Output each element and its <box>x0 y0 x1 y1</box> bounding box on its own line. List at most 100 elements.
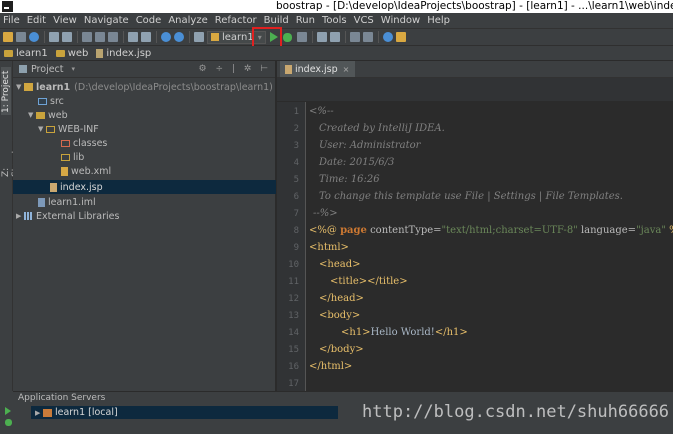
jsp-file-icon <box>96 48 104 58</box>
menu-navigate[interactable]: Navigate <box>84 15 129 26</box>
open-icon[interactable] <box>3 32 13 42</box>
line-number: 17 <box>288 379 299 389</box>
tool-tab-project[interactable]: 1: Project <box>1 67 11 115</box>
expand-arrow-icon[interactable]: ▼ <box>38 125 46 133</box>
redo-icon[interactable] <box>62 32 72 42</box>
menu-code[interactable]: Code <box>136 15 162 26</box>
help-icon[interactable] <box>382 32 393 42</box>
menu-run[interactable]: Run <box>296 15 315 26</box>
breadcrumb-index-jsp[interactable]: index.jsp <box>96 48 151 59</box>
tree-item-web[interactable]: ▼ web <box>13 108 276 122</box>
folder-icon <box>61 153 70 161</box>
window-title: boostrap - [D:\develop\IdeaProjects\boos… <box>276 0 673 12</box>
line-number: 2 <box>293 124 299 134</box>
tree-item-src[interactable]: src <box>13 94 276 108</box>
menu-edit[interactable]: Edit <box>27 15 46 26</box>
navigation-bar: learn1 web index.jsp <box>0 46 673 61</box>
panel-gear-icon[interactable]: ⚙ ÷ | ✲ ⊢ <box>199 64 271 74</box>
tree-item-learn1-iml[interactable]: learn1.iml <box>13 195 276 209</box>
menu-refactor[interactable]: Refactor <box>215 15 257 26</box>
save-icon[interactable] <box>16 32 26 42</box>
settings-icon[interactable] <box>316 32 327 42</box>
expand-arrow-icon[interactable]: ▼ <box>28 111 36 119</box>
plugin-icon[interactable] <box>395 32 406 42</box>
code-line-14: <h1>Hello World!</h1> <box>341 327 468 338</box>
back-icon[interactable] <box>161 32 171 42</box>
code-line-9: <html> <box>309 242 349 253</box>
code-line-13: <body> <box>319 310 361 321</box>
line-number: 9 <box>293 243 299 253</box>
line-number-gutter: 1 2 3 4 5 6 7 8 9 10 11 12 13 14 15 16 1… <box>277 102 306 391</box>
sync-icon[interactable] <box>29 32 39 42</box>
tomcat-icon <box>43 408 52 417</box>
menu-build[interactable]: Build <box>264 15 289 26</box>
replace-icon[interactable] <box>141 32 151 42</box>
cut-icon[interactable] <box>82 32 92 42</box>
debug-server-icon[interactable] <box>5 419 12 426</box>
vcs-update-icon[interactable] <box>349 32 360 42</box>
editor-tab-index-jsp[interactable]: index.jsp × <box>280 61 356 77</box>
source-folder-icon <box>38 97 47 105</box>
code-line-6: To change this template use File | Setti… <box>319 191 623 202</box>
tree-item-external-libraries[interactable]: ▶ External Libraries <box>13 209 276 223</box>
code-line-15: </body> <box>319 344 364 355</box>
run-config-label: learn1 <box>222 31 254 43</box>
tree-item-web-inf[interactable]: ▼ WEB-INF <box>13 122 276 136</box>
code-line-4: Date: 2015/6/3 <box>319 157 395 168</box>
iml-file-icon <box>38 197 45 207</box>
project-structure-icon[interactable] <box>329 32 340 42</box>
menu-bar: File Edit View Navigate Code Analyze Ref… <box>0 13 673 29</box>
tree-item-index-jsp[interactable]: index.jsp <box>13 180 276 194</box>
expand-arrow-icon[interactable]: ▼ <box>16 83 24 91</box>
line-number: 6 <box>293 192 299 202</box>
menu-tools[interactable]: Tools <box>322 15 347 26</box>
code-line-2: Created by IntelliJ IDEA. <box>319 123 445 134</box>
line-number: 4 <box>293 158 299 168</box>
editor-pane: index.jsp × 1 2 3 4 5 6 7 8 9 10 11 12 1… <box>277 61 673 391</box>
menu-help[interactable]: Help <box>427 15 450 26</box>
toolbar-separator <box>123 31 124 43</box>
code-line-11: <title></title> <box>330 276 408 287</box>
title-bar: boostrap - [D:\develop\IdeaProjects\boos… <box>0 0 673 13</box>
collapse-arrow-icon[interactable]: ▶ <box>35 409 43 417</box>
menu-view[interactable]: View <box>53 15 77 26</box>
copy-icon[interactable] <box>95 32 105 42</box>
debug-icon[interactable] <box>282 32 292 42</box>
project-view-selector[interactable]: Project <box>31 64 64 75</box>
intellij-logo-icon <box>2 1 13 12</box>
menu-file[interactable]: File <box>3 15 20 26</box>
breadcrumb-learn1[interactable]: learn1 <box>4 48 48 59</box>
make-project-icon[interactable] <box>194 32 204 42</box>
code-line-7: --%> <box>313 208 338 219</box>
paste-icon[interactable] <box>108 32 118 42</box>
menu-window[interactable]: Window <box>381 15 420 26</box>
line-number: 15 <box>288 345 299 355</box>
server-item-learn1-local[interactable]: ▶ learn1 [local] <box>31 406 338 419</box>
collapse-arrow-icon[interactable]: ▶ <box>16 212 24 220</box>
close-icon[interactable]: × <box>343 65 350 74</box>
line-number: 12 <box>288 294 299 304</box>
undo-icon[interactable] <box>49 32 59 42</box>
breadcrumb-web[interactable]: web <box>55 48 88 59</box>
module-folder-icon <box>4 49 13 57</box>
project-panel-header: Project ▾ ⚙ ÷ | ✲ ⊢ <box>13 61 275 78</box>
tree-item-learn1[interactable]: ▼ learn1 (D:\develop\IdeaProjects\boostr… <box>13 80 276 94</box>
vcs-commit-icon[interactable] <box>362 32 373 42</box>
line-number: 8 <box>293 226 299 236</box>
forward-icon[interactable] <box>174 32 184 42</box>
left-tool-strip: 1: Project Z: Structure <box>0 61 21 391</box>
tree-item-classes[interactable]: classes <box>13 136 276 150</box>
chevron-down-icon[interactable]: ▾ <box>72 65 76 73</box>
tree-item-web-xml[interactable]: web.xml <box>13 164 276 178</box>
menu-analyze[interactable]: Analyze <box>168 15 207 26</box>
tree-item-lib[interactable]: lib <box>13 150 276 164</box>
module-icon <box>211 33 219 41</box>
watermark: http://blog.csdn.net/shuh66666 <box>362 402 670 422</box>
toolbar-separator <box>77 31 78 43</box>
menu-vcs[interactable]: VCS <box>354 15 374 26</box>
folder-icon <box>55 49 65 57</box>
find-icon[interactable] <box>128 32 138 42</box>
toolbar-separator <box>44 31 45 43</box>
run-server-icon[interactable] <box>5 407 11 415</box>
coverage-icon[interactable] <box>296 32 307 42</box>
